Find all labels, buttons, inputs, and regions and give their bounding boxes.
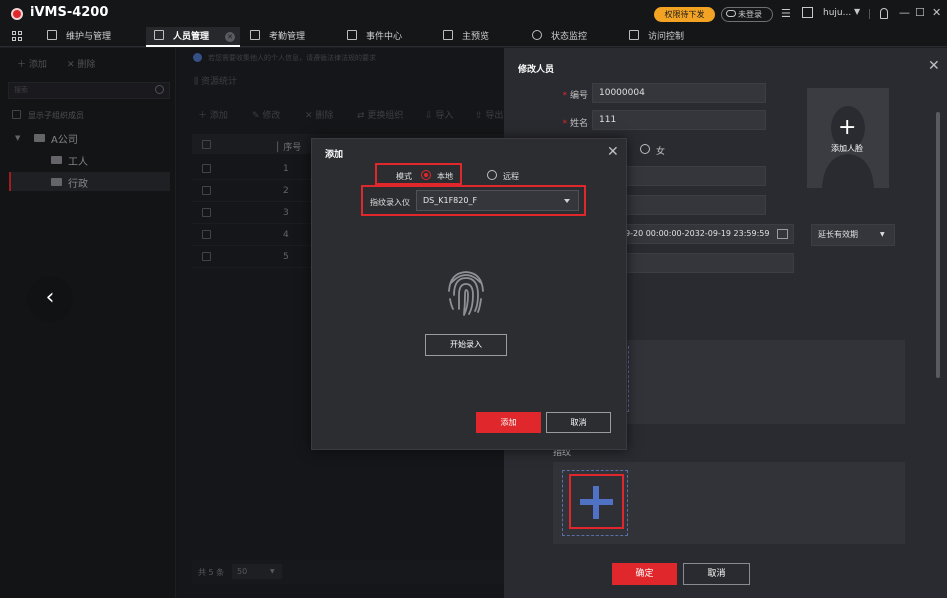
- plus-icon: [593, 486, 599, 519]
- id-input[interactable]: 10000004: [592, 83, 766, 103]
- image-icon[interactable]: [802, 7, 813, 18]
- name-field-label: * 姓名: [562, 119, 588, 129]
- tab-attendance[interactable]: 考勤管理: [250, 27, 305, 47]
- divider: [869, 9, 870, 19]
- radio-selected-dot: [424, 173, 428, 177]
- dialog-title: 添加: [325, 150, 344, 160]
- confirm-button[interactable]: 确定: [612, 563, 677, 585]
- tab-main-view[interactable]: 主预览: [443, 27, 489, 47]
- pending-permission-badge[interactable]: 权限待下发: [654, 7, 715, 22]
- fingerprint-device-label: 指纹录入仪: [370, 198, 410, 207]
- mode-label: 模式: [396, 172, 412, 181]
- tab-maintenance[interactable]: 维护与管理: [47, 27, 111, 47]
- grid-menu-icon[interactable]: [12, 31, 23, 42]
- tab-close-icon[interactable]: ✕: [225, 32, 235, 42]
- status-monitor-icon: [532, 30, 542, 40]
- event-center-icon: [347, 30, 357, 40]
- calendar-icon[interactable]: [777, 229, 788, 239]
- mode-remote-radio[interactable]: [487, 170, 497, 180]
- mode-remote-label: 远程: [503, 172, 519, 181]
- edit-panel-scrollbar[interactable]: [936, 112, 940, 378]
- list-icon[interactable]: ☰: [781, 7, 791, 20]
- attendance-icon: [250, 30, 260, 40]
- window-close-icon[interactable]: ✕: [932, 6, 941, 19]
- id-field-label: * 编号: [562, 91, 588, 101]
- maximize-icon[interactable]: ☐: [915, 6, 925, 19]
- extend-validity-select[interactable]: 延长有效期 ▼: [811, 224, 895, 246]
- edit-cancel-button[interactable]: 取消: [683, 563, 750, 585]
- chevron-down-icon: ▼: [880, 231, 885, 238]
- tab-event-center[interactable]: 事件中心: [347, 27, 402, 47]
- edit-panel-title: 修改人员: [518, 65, 555, 75]
- cloud-icon: [726, 10, 736, 17]
- dialog-close-icon[interactable]: ✕: [607, 144, 619, 160]
- fingerprint-icon: [448, 271, 484, 316]
- back-arrow-button[interactable]: ‹: [27, 276, 73, 322]
- user-menu-chevron-down-icon[interactable]: ▼: [854, 7, 860, 16]
- add-face-plus-icon: +: [838, 115, 857, 140]
- app-logo-icon: [11, 8, 23, 20]
- add-face-label: 添加人脸: [831, 144, 863, 153]
- user-name[interactable]: huju...: [823, 8, 851, 18]
- chevron-down-icon[interactable]: [564, 199, 570, 203]
- main-view-icon: [443, 30, 453, 40]
- dialog-add-button[interactable]: 添加: [476, 412, 541, 433]
- maintenance-icon: [47, 30, 57, 40]
- name-input[interactable]: 111: [592, 110, 766, 130]
- minimize-icon[interactable]: —: [899, 6, 910, 19]
- tab-access-control[interactable]: 访问控制: [629, 27, 684, 47]
- gender-female-radio[interactable]: [640, 144, 650, 154]
- mode-local-label: 本地: [437, 172, 453, 181]
- access-control-icon: [629, 30, 639, 40]
- fingerprint-device-select[interactable]: DS_K1F820_F: [416, 190, 579, 211]
- app-window: iVMS-4200 权限待下发 未登录 ☰ huju... ▼ — ☐ ✕ 维护…: [0, 0, 947, 598]
- edit-panel-close-icon[interactable]: ✕: [928, 58, 940, 74]
- gender-female-label: 女: [656, 147, 666, 157]
- dialog-cancel-button[interactable]: 取消: [546, 412, 611, 433]
- app-title: iVMS-4200: [30, 5, 109, 20]
- tab-status-monitor[interactable]: 状态监控: [532, 27, 587, 47]
- start-capture-button[interactable]: 开始录入: [425, 334, 507, 356]
- lock-icon[interactable]: [880, 8, 888, 19]
- person-management-icon: [154, 30, 164, 40]
